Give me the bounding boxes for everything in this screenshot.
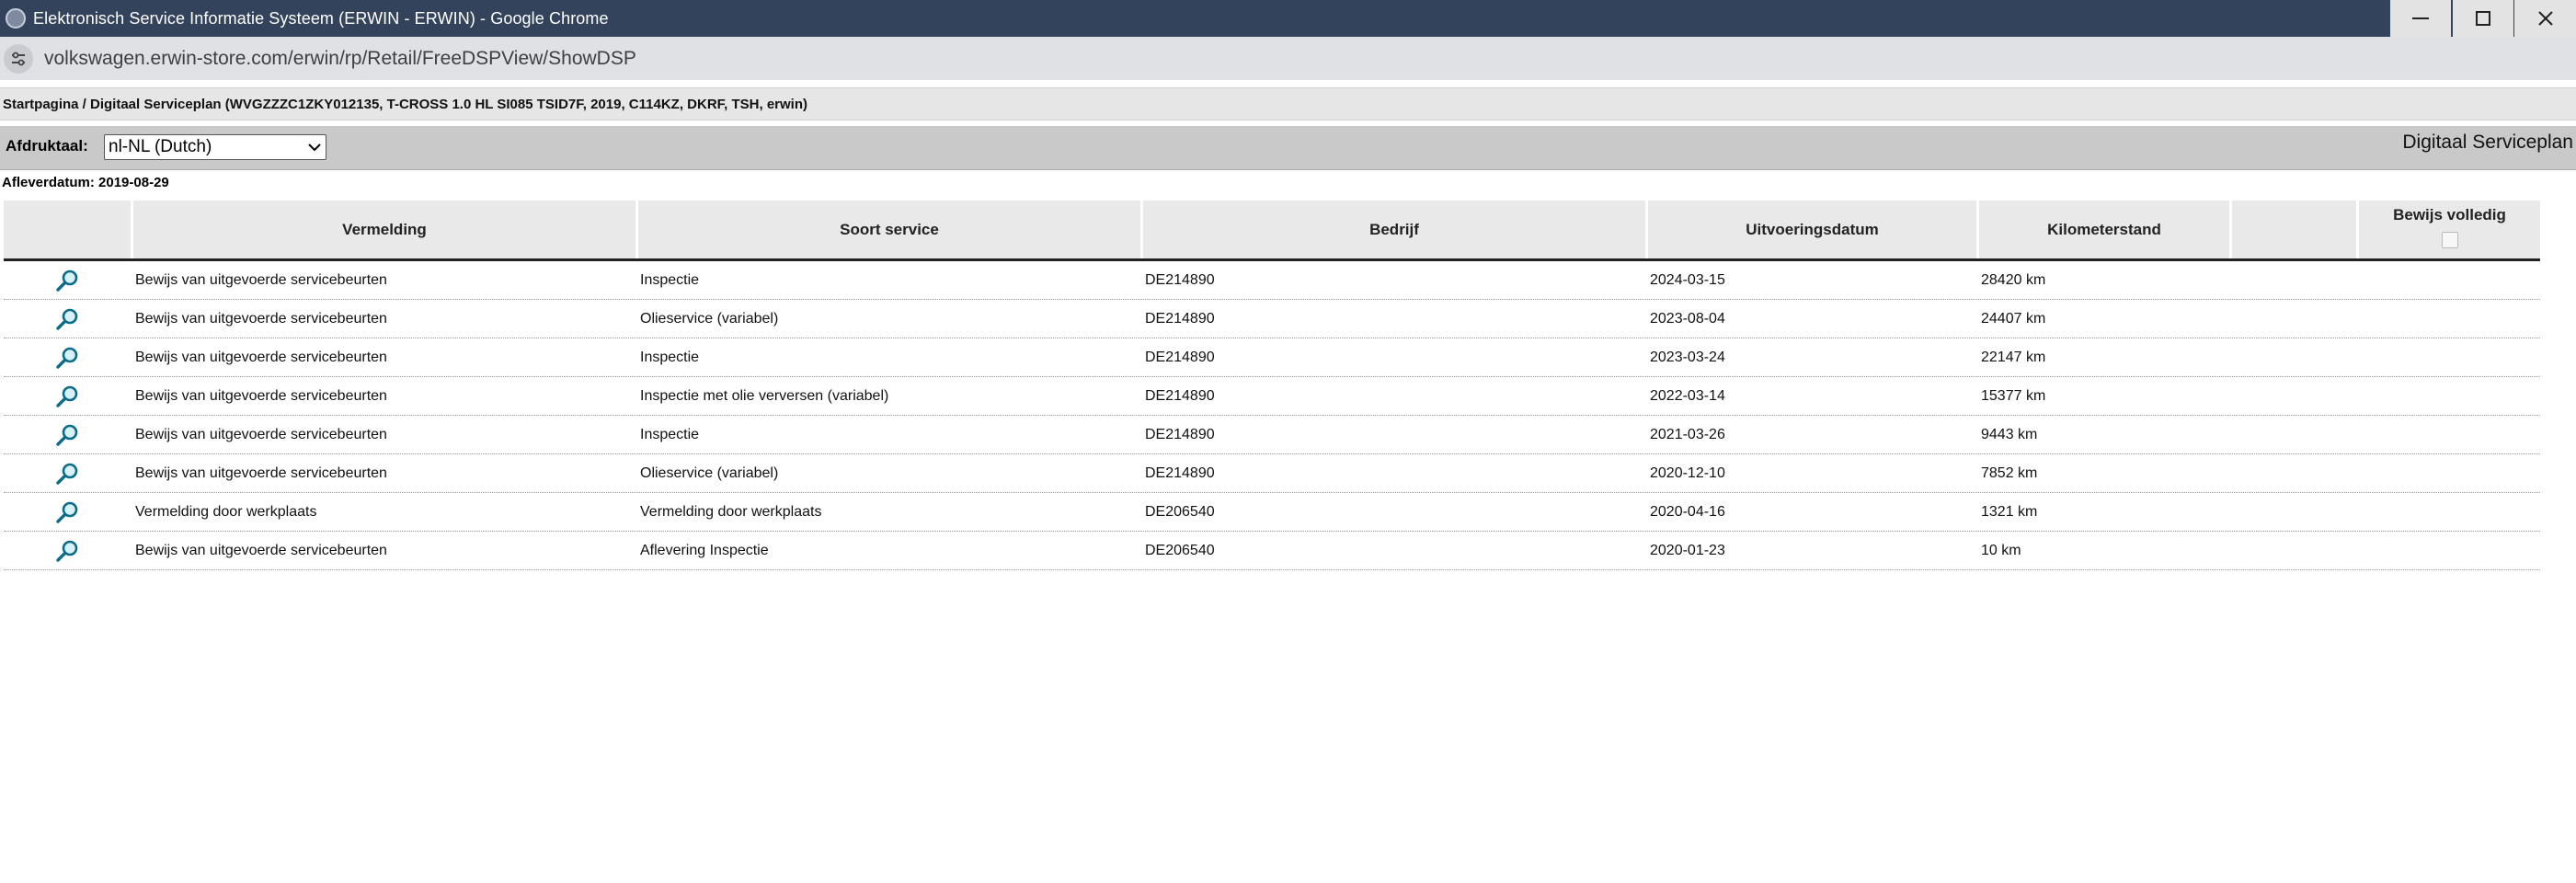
view-button[interactable]: [4, 377, 131, 415]
cell-uitvoeringsdatum: 2023-08-04: [1650, 310, 1725, 327]
cell-bedrijf: DE206540: [1145, 503, 1215, 520]
magnifier-icon: [56, 424, 78, 446]
cell-kilometerstand: 1321 km: [1981, 503, 2038, 520]
cell-vermelding: Bewijs van uitgevoerde servicebeurten: [135, 464, 387, 481]
cell-uitvoeringsdatum: 2021-03-26: [1650, 426, 1725, 442]
maximize-button[interactable]: [2453, 0, 2513, 37]
language-bar: Afdruktaal: nl-NL (Dutch) Digitaal Servi…: [0, 126, 2576, 170]
tune-icon: [12, 52, 25, 65]
table-header: Vermelding Soort service Bedrijf Uitvoer…: [4, 201, 2540, 261]
cell-vermelding: Bewijs van uitgevoerde servicebeurten: [135, 310, 387, 327]
table-row: Bewijs van uitgevoerde servicebeurten Afl…: [4, 532, 2540, 570]
minimize-icon: [2412, 17, 2429, 19]
cell-kilometerstand: 9443 km: [1981, 426, 2038, 442]
table-row: Bewijs van uitgevoerde servicebeurten Oli…: [4, 454, 2540, 493]
cell-soort-service: Olieservice (variabel): [640, 310, 779, 327]
cell-vermelding: Bewijs van uitgevoerde servicebeurten: [135, 387, 387, 404]
minimize-button[interactable]: [2390, 0, 2451, 37]
table-row: Bewijs van uitgevoerde servicebeurten Ins…: [4, 338, 2540, 377]
table-row: Bewijs van uitgevoerde servicebeurten Oli…: [4, 300, 2540, 338]
magnifier-icon: [56, 540, 78, 562]
table-row: Bewijs van uitgevoerde servicebeurten Ins…: [4, 261, 2540, 300]
view-button[interactable]: [4, 261, 131, 299]
view-button[interactable]: [4, 416, 131, 453]
cell-vermelding: Bewijs van uitgevoerde servicebeurten: [135, 542, 387, 558]
cell-uitvoeringsdatum: 2020-01-23: [1650, 542, 1725, 558]
url-text[interactable]: volkswagen.erwin-store.com/erwin/rp/Reta…: [44, 48, 636, 70]
table-row: Bewijs van uitgevoerde servicebeurten Ins…: [4, 377, 2540, 416]
service-table: Vermelding Soort service Bedrijf Uitvoer…: [4, 201, 2540, 570]
header-bedrijf[interactable]: Bedrijf: [1140, 201, 1645, 258]
cell-uitvoeringsdatum: 2020-12-10: [1650, 464, 1725, 481]
cell-soort-service: Inspectie: [640, 349, 700, 365]
chevron-down-icon: [303, 143, 326, 152]
print-language-value: nl-NL (Dutch): [109, 137, 212, 156]
cell-uitvoeringsdatum: 2022-03-14: [1650, 387, 1725, 404]
maximize-icon: [2476, 11, 2490, 26]
header-empty: [2229, 201, 2356, 258]
table-row: Vermelding door werkplaats Vermelding doo…: [4, 493, 2540, 532]
view-button[interactable]: [4, 532, 131, 569]
cell-kilometerstand: 28420 km: [1981, 271, 2046, 288]
header-uitvoeringsdatum[interactable]: Uitvoeringsdatum: [1645, 201, 1976, 258]
header-soort-service[interactable]: Soort service: [635, 201, 1140, 258]
window-title: Elektronisch Service Informatie Systeem …: [33, 8, 609, 28]
header-kilometerstand[interactable]: Kilometerstand: [1976, 201, 2229, 258]
bewijs-volledig-checkbox[interactable]: [2441, 232, 2458, 248]
magnifier-icon: [56, 347, 78, 369]
close-button[interactable]: [2514, 0, 2576, 37]
cell-uitvoeringsdatum: 2024-03-15: [1650, 271, 1725, 288]
cell-uitvoeringsdatum: 2023-03-24: [1650, 349, 1725, 365]
cell-kilometerstand: 7852 km: [1981, 464, 2038, 481]
view-button[interactable]: [4, 493, 131, 531]
cell-bedrijf: DE214890: [1145, 349, 1215, 365]
cell-kilometerstand: 24407 km: [1981, 310, 2046, 327]
breadcrumb: Startpagina / Digitaal Serviceplan (WVGZ…: [0, 87, 2576, 120]
header-bewijs-volledig: Bewijs volledig: [2356, 201, 2540, 258]
table-body: Bewijs van uitgevoerde servicebeurten Ins…: [4, 261, 2540, 570]
view-button[interactable]: [4, 300, 131, 338]
magnifier-icon: [56, 385, 78, 407]
close-icon: [2537, 11, 2553, 26]
magnifier-icon: [56, 269, 78, 292]
cell-bedrijf: DE214890: [1145, 387, 1215, 404]
cell-vermelding: Vermelding door werkplaats: [135, 503, 317, 520]
address-bar: volkswagen.erwin-store.com/erwin/rp/Reta…: [0, 37, 2576, 80]
cell-bedrijf: DE214890: [1145, 464, 1215, 481]
header-bewijs-label: Bewijs volledig: [2393, 206, 2506, 224]
cell-vermelding: Bewijs van uitgevoerde servicebeurten: [135, 271, 387, 288]
cell-bedrijf: DE206540: [1145, 542, 1215, 558]
cell-soort-service: Inspectie met olie verversen (variabel): [640, 387, 889, 404]
cell-soort-service: Aflevering Inspectie: [640, 542, 769, 558]
header-vermelding[interactable]: Vermelding: [131, 201, 635, 258]
magnifier-icon: [56, 308, 78, 330]
cell-bedrijf: DE214890: [1145, 271, 1215, 288]
cell-kilometerstand: 10 km: [1981, 542, 2021, 558]
cell-soort-service: Inspectie: [640, 426, 700, 442]
cell-soort-service: Olieservice (variabel): [640, 464, 779, 481]
site-info-button[interactable]: [4, 43, 33, 74]
chrome-app-icon: [6, 8, 26, 29]
cell-kilometerstand: 15377 km: [1981, 387, 2046, 404]
cell-bedrijf: DE214890: [1145, 310, 1215, 327]
cell-soort-service: Vermelding door werkplaats: [640, 503, 822, 520]
header-action: [4, 201, 131, 258]
magnifier-icon: [56, 501, 78, 523]
delivery-date: Afleverdatum: 2019-08-29: [2, 175, 169, 190]
cell-vermelding: Bewijs van uitgevoerde servicebeurten: [135, 349, 387, 365]
view-button[interactable]: [4, 338, 131, 376]
table-row: Bewijs van uitgevoerde servicebeurten Ins…: [4, 416, 2540, 454]
cell-bedrijf: DE214890: [1145, 426, 1215, 442]
cell-uitvoeringsdatum: 2020-04-16: [1650, 503, 1725, 520]
print-language-label: Afdruktaal:: [6, 137, 88, 155]
cell-vermelding: Bewijs van uitgevoerde servicebeurten: [135, 426, 387, 442]
cell-kilometerstand: 22147 km: [1981, 349, 2046, 365]
view-button[interactable]: [4, 454, 131, 492]
page-title: Digitaal Serviceplan: [2402, 132, 2573, 153]
print-language-select[interactable]: nl-NL (Dutch): [104, 134, 326, 160]
window-titlebar: Elektronisch Service Informatie Systeem …: [0, 0, 2576, 37]
cell-soort-service: Inspectie: [640, 271, 700, 288]
magnifier-icon: [56, 463, 78, 485]
